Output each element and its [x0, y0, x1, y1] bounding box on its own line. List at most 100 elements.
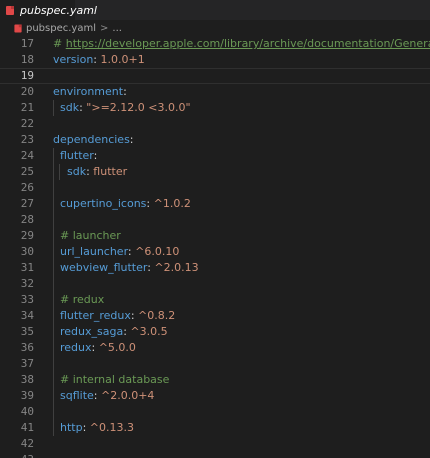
chevron-right-icon: >: [100, 22, 109, 34]
yaml-key: flutter: [60, 149, 94, 162]
code-text: flutter_redux: ^0.8.2: [53, 308, 175, 324]
yaml-punctuation: [53, 341, 60, 354]
code-line[interactable]: 34 flutter_redux: ^0.8.2: [0, 308, 430, 324]
code-line[interactable]: 40: [0, 404, 430, 420]
code-line[interactable]: 36 redux: ^5.0.0: [0, 340, 430, 356]
line-number: 38: [20, 373, 34, 386]
code-line[interactable]: 23 dependencies:: [0, 132, 430, 148]
yaml-punctuation: [53, 325, 60, 338]
yaml-punctuation: [53, 149, 60, 162]
code-text: redux_saga: ^3.0.5: [53, 324, 168, 340]
line-number: 22: [20, 117, 34, 130]
code-text: cupertino_icons: ^1.0.2: [53, 196, 191, 212]
line-number: 37: [20, 357, 34, 370]
line-number: 34: [20, 309, 34, 322]
code-line[interactable]: 22: [0, 116, 430, 132]
line-number: 33: [20, 293, 34, 306]
line-number: 40: [20, 405, 34, 418]
yaml-key: redux: [60, 341, 92, 354]
yaml-value: ^1.0.2: [153, 197, 191, 210]
code-line[interactable]: 24 flutter:: [0, 148, 430, 164]
yaml-key: url_launcher: [60, 245, 128, 258]
code-line[interactable]: 33 # redux: [0, 292, 430, 308]
yaml-punctuation: [53, 293, 60, 306]
line-number: 21: [20, 101, 34, 114]
line-number: 20: [20, 85, 34, 98]
yaml-value: ^3.0.5: [130, 325, 168, 338]
code-line[interactable]: 19: [0, 68, 430, 84]
code-line[interactable]: 26: [0, 180, 430, 196]
code-text: webview_flutter: ^2.0.13: [53, 260, 199, 276]
yaml-value: ^2.0.0+4: [100, 389, 155, 402]
yaml-value: ^0.8.2: [138, 309, 176, 322]
line-number: 27: [20, 197, 34, 210]
code-text: sqflite: ^2.0.0+4: [53, 388, 154, 404]
yaml-punctuation: [53, 229, 60, 242]
line-number: 31: [20, 261, 34, 274]
yaml-key: redux_saga: [60, 325, 124, 338]
indent-guide: [53, 148, 54, 436]
line-number: 24: [20, 149, 34, 162]
yaml-key: flutter_redux: [60, 309, 131, 322]
line-number: 26: [20, 181, 34, 194]
code-line[interactable]: 29 # launcher: [0, 228, 430, 244]
code-line[interactable]: 39 sqflite: ^2.0.0+4: [0, 388, 430, 404]
code-line[interactable]: 42: [0, 436, 430, 452]
code-line[interactable]: 38 # internal database: [0, 372, 430, 388]
yaml-punctuation: [53, 309, 60, 322]
line-number: 25: [20, 165, 34, 178]
code-line[interactable]: 31 webview_flutter: ^2.0.13: [0, 260, 430, 276]
breadcrumb-file-label: pubspec.yaml: [26, 22, 96, 34]
yaml-punctuation: :: [123, 85, 127, 98]
breadcrumb-file[interactable]: pubspec.yaml: [14, 23, 96, 34]
yaml-punctuation: :: [93, 149, 98, 162]
code-line[interactable]: 27 cupertino_icons: ^1.0.2: [0, 196, 430, 212]
code-line[interactable]: 43: [0, 452, 430, 458]
code-text: flutter:: [53, 148, 97, 164]
code-line[interactable]: 21 sdk: ">=2.12.0 <3.0.0": [0, 100, 430, 116]
yaml-value: 1.0.0+1: [100, 53, 145, 66]
yaml-punctuation: :: [91, 341, 99, 354]
code-text: http: ^0.13.3: [53, 420, 134, 436]
code-line[interactable]: 41 http: ^0.13.3: [0, 420, 430, 436]
line-number: 36: [20, 341, 34, 354]
code-text: sdk: flutter: [53, 164, 127, 180]
yaml-comment: https://developer.apple.com/library/arch…: [65, 37, 430, 50]
code-line[interactable]: 32: [0, 276, 430, 292]
yaml-value: ">=2.12.0 <3.0.0": [86, 101, 191, 114]
code-line[interactable]: 28: [0, 212, 430, 228]
code-line[interactable]: 37: [0, 356, 430, 372]
tab-pubspec-yaml[interactable]: pubspec.yaml: [0, 0, 97, 20]
yaml-key: sdk: [67, 165, 87, 178]
breadcrumb-symbols[interactable]: ...: [112, 23, 122, 34]
line-number: 42: [20, 437, 34, 450]
code-line[interactable]: 25 sdk: flutter: [0, 164, 430, 180]
code-text: # launcher: [53, 228, 121, 244]
code-line[interactable]: 35 redux_saga: ^3.0.5: [0, 324, 430, 340]
yaml-key: cupertino_icons: [60, 197, 147, 210]
code-line[interactable]: 18 version: 1.0.0+1: [0, 52, 430, 68]
line-number: 35: [20, 325, 34, 338]
tab-label: pubspec.yaml: [20, 3, 97, 17]
yaml-key: environment: [53, 85, 124, 98]
editor-tab-bar: pubspec.yaml: [0, 0, 430, 20]
code-line[interactable]: 20 environment:: [0, 84, 430, 100]
indent-guide: [59, 164, 60, 180]
yaml-comment: # redux: [60, 293, 105, 306]
yaml-punctuation: [53, 261, 60, 274]
code-line[interactable]: 30 url_launcher: ^6.0.10: [0, 244, 430, 260]
code-editor[interactable]: 17 # https://developer.apple.com/library/…: [0, 36, 430, 458]
line-number: 32: [20, 277, 34, 290]
yaml-comment: #: [53, 37, 66, 50]
line-number: 23: [20, 133, 34, 146]
line-number: 43: [0, 452, 34, 458]
line-number: 41: [20, 421, 34, 434]
yaml-punctuation: [53, 245, 60, 258]
code-text: redux: ^5.0.0: [53, 340, 136, 356]
yaml-file-icon: [6, 5, 14, 15]
yaml-punctuation: [53, 421, 60, 434]
yaml-comment: # internal database: [60, 373, 170, 386]
code-line[interactable]: 17 # https://developer.apple.com/library/…: [0, 36, 430, 52]
code-text: environment:: [53, 84, 127, 100]
yaml-value: ^0.13.3: [89, 421, 135, 434]
